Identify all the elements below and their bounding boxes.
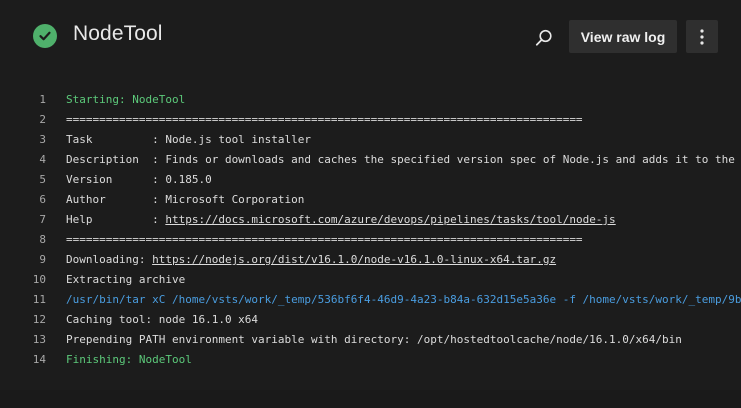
log-line: 5 Version : 0.185.0 [0,170,741,190]
log-link[interactable]: https://nodejs.org/dist/v16.1.0/node-v16… [152,253,556,266]
log-line-text: Finishing: NodeTool [66,350,192,370]
bottom-bar [0,390,741,408]
log-line: 10 Extracting archive [0,270,741,290]
log-line-text: Description : Finds or downloads and cac… [66,150,741,170]
search-button[interactable] [531,25,557,51]
log-text: Starting: NodeTool [66,93,186,106]
log-line-text: /usr/bin/tar xC /home/vsts/work/_temp/53… [66,290,741,310]
log-line: 13 Prepending PATH environment variable w… [0,330,741,350]
page-title: NodeTool [73,22,163,45]
more-options-button[interactable] [686,20,718,53]
log-line-text: Caching tool: node 16.1.0 x64 [66,310,258,330]
log-line-text: Task : Node.js tool installer [66,130,311,150]
view-raw-log-button[interactable]: View raw log [569,20,677,53]
log-line: 11/usr/bin/tar xC /home/vsts/work/_temp/… [0,290,741,310]
line-number[interactable]: 1 [0,90,46,110]
line-number[interactable]: 10 [0,270,46,290]
log-text: Author : Microsoft Corporation [66,193,305,206]
log-line: 9 Downloading: https://nodejs.org/dist/v1… [0,250,741,270]
log-text: Task : Node.js tool installer [66,133,312,146]
log-text: Prepending PATH environment variable wit… [66,333,682,346]
log-line-text: Version : 0.185.0 [66,170,212,190]
line-number[interactable]: 5 [0,170,46,190]
log-line: 3 Task : Node.js tool installer [0,130,741,150]
checkmark-icon [39,31,51,41]
log-link[interactable]: https://docs.microsoft.com/azure/devops/… [165,213,615,226]
log-header: NodeTool View raw log [0,0,741,72]
log-line: 4 Description : Finds or downloads and ca… [0,150,741,170]
line-number[interactable]: 2 [0,110,46,130]
log-text: Extracting archive [66,273,186,286]
log-line-text: ========================================… [66,110,583,130]
more-vertical-icon [700,28,704,45]
check-circle-icon [33,24,57,48]
line-number[interactable]: 7 [0,210,46,230]
log-line: 14 Finishing: NodeTool [0,350,741,370]
log-text: /usr/bin/tar xC /home/vsts/work/_temp/53… [66,293,741,306]
line-number[interactable]: 13 [0,330,46,350]
line-number[interactable]: 11 [0,290,46,310]
line-number[interactable]: 9 [0,250,46,270]
search-icon [535,29,552,46]
log-line: 8 =======================================… [0,230,741,250]
log-line: 1 Starting: NodeTool [0,90,741,110]
log-line-text: Starting: NodeTool [66,90,185,110]
log-text: Caching tool: node 16.1.0 x64 [66,313,259,326]
log-line-text: Downloading: https://nodejs.org/dist/v16… [66,250,556,270]
log-text: Help : [66,213,166,226]
line-number[interactable]: 6 [0,190,46,210]
log-text: ========================================… [66,233,583,246]
line-number[interactable]: 8 [0,230,46,250]
log-line: 12 Caching tool: node 16.1.0 x64 [0,310,741,330]
log-text: Finishing: NodeTool [66,353,192,366]
log-line: 7 Help : https://docs.microsoft.com/azure… [0,210,741,230]
log-line-text: Extracting archive [66,270,185,290]
line-number[interactable]: 3 [0,130,46,150]
log-line: 2 =======================================… [0,110,741,130]
log-text: Description : Finds or downloads and cac… [66,153,741,166]
line-number[interactable]: 4 [0,150,46,170]
log-viewer-page: NodeTool View raw log 1 Starting: NodeToo… [0,0,741,408]
line-number[interactable]: 14 [0,350,46,370]
log-line-text: Help : https://docs.microsoft.com/azure/… [66,210,616,230]
log-content: 1 Starting: NodeTool 2 ====================… [0,90,741,380]
log-line: 6 Author : Microsoft Corporation [0,190,741,210]
log-text: Downloading: [66,253,153,266]
log-text: ========================================… [66,113,583,126]
log-line-text: Prepending PATH environment variable wit… [66,330,682,350]
log-text: Version : 0.185.0 [66,173,212,186]
line-number[interactable]: 12 [0,310,46,330]
log-line-text: ========================================… [66,230,583,250]
log-line-text: Author : Microsoft Corporation [66,190,304,210]
